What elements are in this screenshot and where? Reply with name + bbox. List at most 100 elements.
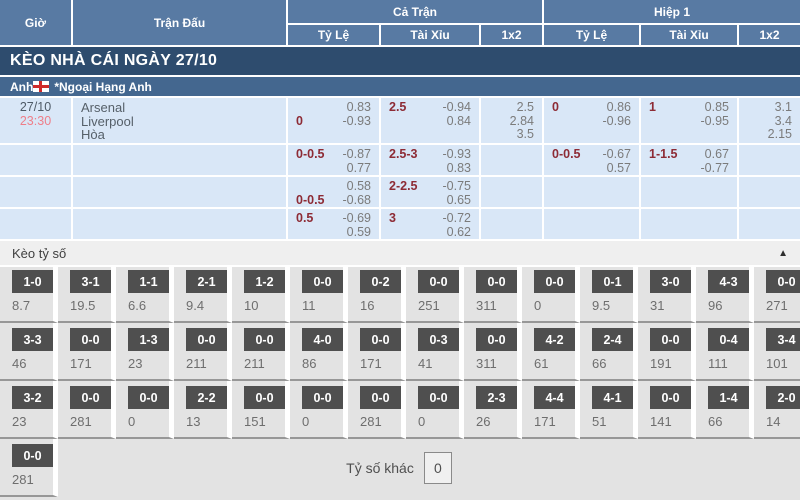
score-odds-button[interactable]: 0-0	[302, 270, 343, 293]
score-odds-button[interactable]: 3-2	[12, 386, 53, 409]
score-cell: 0-0141	[638, 381, 696, 439]
score-odds-button[interactable]: 3-0	[650, 270, 691, 293]
score-odds-button[interactable]: 1-1	[128, 270, 169, 293]
subheader-1x2-fulltime: 1x2	[481, 25, 542, 45]
score-odds-button[interactable]: 1-4	[708, 386, 749, 409]
score-odds-button[interactable]: 0-0	[476, 328, 517, 351]
score-cell: 0-0281	[58, 381, 116, 439]
odds-cell-handicap-fulltime[interactable]: 0-0.5-0.870.77	[288, 145, 379, 175]
subheader-handicap-firsthalf: Tỷ Lệ	[544, 25, 639, 45]
score-odds-button[interactable]: 0-0	[418, 386, 459, 409]
score-odds-button[interactable]: 0-0	[70, 386, 111, 409]
score-odds-button[interactable]: 3-1	[70, 270, 111, 293]
odds-value: 0.83	[447, 162, 471, 176]
score-odds-value: 6.6	[128, 298, 169, 313]
score-odds-button[interactable]: 0-0	[534, 270, 575, 293]
odds-cell-overunder-firsthalf[interactable]: 1-1.50.67-0.77	[641, 145, 737, 175]
score-odds-button[interactable]: 2-2	[186, 386, 227, 409]
score-odds-button[interactable]: 1-0	[12, 270, 53, 293]
score-odds-button[interactable]: 0-0	[650, 386, 691, 409]
odds-cell-handicap-fulltime[interactable]: 0.830-0.93	[288, 98, 379, 143]
score-odds-value: 86	[302, 356, 343, 371]
odds-cell-handicap-fulltime[interactable]: 0.5-0.690.59	[288, 209, 379, 239]
england-flag-icon	[33, 81, 49, 92]
score-odds-button[interactable]: 0-2	[360, 270, 401, 293]
score-odds-button[interactable]: 3-3	[12, 328, 53, 351]
score-cell: 4-261	[522, 323, 580, 381]
odds-value: 0.57	[607, 162, 631, 176]
odds-cell-1x2-fulltime	[481, 209, 542, 239]
odds-cell-overunder-fulltime[interactable]: 3-0.720.62	[381, 209, 479, 239]
odds-cell-overunder-fulltime[interactable]: 2-2.5-0.750.65	[381, 177, 479, 207]
score-odds-button[interactable]: 0-0	[128, 386, 169, 409]
score-odds-button[interactable]: 2-0	[766, 386, 800, 409]
score-odds-button[interactable]: 0-0	[70, 328, 111, 351]
score-odds-button[interactable]: 0-1	[592, 270, 633, 293]
score-odds-value: 31	[650, 298, 691, 313]
odds-cell-handicap-firsthalf	[544, 177, 639, 207]
score-odds-value: 281	[70, 414, 111, 429]
score-odds-button[interactable]: 0-0	[244, 328, 285, 351]
odds-cell-1x2-firsthalf	[739, 209, 800, 239]
score-cell: 2-326	[464, 381, 522, 439]
odds-cell-overunder-fulltime[interactable]: 2.5-0.940.84	[381, 98, 479, 143]
score-odds-button[interactable]: 0-0	[360, 386, 401, 409]
odds-cell-handicap-firsthalf[interactable]: 0-0.5-0.670.57	[544, 145, 639, 175]
score-odds-button[interactable]: 0-0	[244, 386, 285, 409]
score-odds-button[interactable]: 0-0	[12, 444, 53, 467]
score-cell: 0-00	[290, 381, 348, 439]
league-country: Anh	[10, 80, 33, 94]
odds-cell-overunder-firsthalf[interactable]: 10.85-0.95	[641, 98, 737, 143]
score-odds-button[interactable]: 0-0	[418, 270, 459, 293]
score-odds-value: 23	[12, 414, 53, 429]
score-cell: 0-0311	[464, 267, 522, 323]
odds-cell-overunder-fulltime[interactable]: 2.5-3-0.930.83	[381, 145, 479, 175]
odds-value: 2.84	[510, 115, 534, 129]
odds-cell-1x2-fulltime[interactable]: 2.52.843.5	[481, 98, 542, 143]
score-odds-button[interactable]: 0-0	[302, 386, 343, 409]
handicap-value: 0	[296, 115, 303, 129]
odds-cell-1x2-fulltime	[481, 145, 542, 175]
score-cell: 0-0151	[232, 381, 290, 439]
score-cell: 1-210	[232, 267, 290, 323]
score-odds-button[interactable]: 0-0	[476, 270, 517, 293]
odds-value: 0.83	[347, 101, 371, 115]
score-odds-button[interactable]: 2-3	[476, 386, 517, 409]
score-odds-button[interactable]: 0-0	[360, 328, 401, 351]
team-away: Liverpool	[81, 115, 278, 129]
score-odds-value: 0	[418, 414, 459, 429]
score-odds-value: 281	[12, 472, 53, 487]
score-odds-button[interactable]: 3-4	[766, 328, 800, 351]
score-odds-button[interactable]: 4-2	[534, 328, 575, 351]
score-odds-value: 211	[186, 356, 227, 371]
score-odds-button[interactable]: 4-4	[534, 386, 575, 409]
score-odds-button[interactable]: 0-0	[650, 328, 691, 351]
odds-cell-handicap-fulltime[interactable]: 0.580-0.5-0.68	[288, 177, 379, 207]
other-score-input[interactable]: 0	[424, 452, 452, 484]
score-odds-button[interactable]: 1-2	[244, 270, 285, 293]
empty-cell	[0, 177, 71, 207]
odds-value: 0.62	[447, 226, 471, 240]
score-odds-button[interactable]: 4-0	[302, 328, 343, 351]
odds-cell-handicap-firsthalf[interactable]: 00.86-0.96	[544, 98, 639, 143]
score-odds-value: 19.5	[70, 298, 111, 313]
odds-value: 2.5	[517, 101, 534, 115]
collapse-icon[interactable]: ▲	[778, 248, 788, 259]
score-odds-button[interactable]: 0-3	[418, 328, 459, 351]
score-odds-button[interactable]: 0-4	[708, 328, 749, 351]
score-cell: 3-4101	[754, 323, 800, 381]
score-odds-button[interactable]: 2-4	[592, 328, 633, 351]
score-odds-button[interactable]: 4-3	[708, 270, 749, 293]
score-odds-button[interactable]: 2-1	[186, 270, 227, 293]
odds-value: 0.86	[607, 101, 631, 115]
score-odds-button[interactable]: 0-0	[766, 270, 800, 293]
score-odds-value: 10	[244, 298, 285, 313]
score-odds-button[interactable]: 0-0	[186, 328, 227, 351]
odds-cell-1x2-firsthalf[interactable]: 3.13.42.15	[739, 98, 800, 143]
score-odds-button[interactable]: 1-3	[128, 328, 169, 351]
score-cell: 2-213	[174, 381, 232, 439]
score-odds-button[interactable]: 4-1	[592, 386, 633, 409]
odds-value: -0.95	[701, 115, 730, 129]
score-cell: 1-08.7	[0, 267, 58, 323]
score-odds-value: 271	[766, 298, 800, 313]
